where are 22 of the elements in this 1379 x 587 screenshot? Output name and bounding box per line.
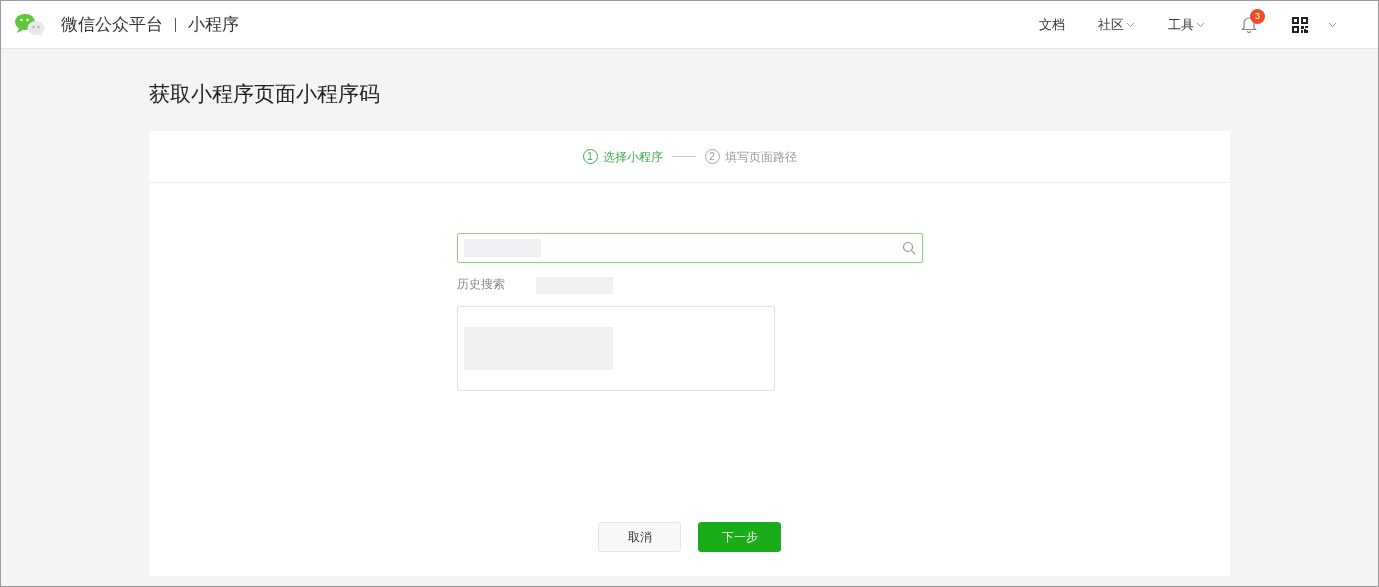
notification-button[interactable]: 3	[1241, 9, 1265, 33]
nav-dropdown[interactable]: 工具	[1168, 14, 1205, 35]
nav-link[interactable]: 文档	[1039, 14, 1065, 35]
chevron-down-icon	[1126, 21, 1135, 28]
qr-code-icon	[1292, 16, 1308, 33]
account-menu[interactable]	[1292, 16, 1337, 33]
step-indicator: 2 填写页面路径	[704, 147, 797, 166]
notification-badge: 3	[1250, 9, 1265, 24]
step-connector	[671, 156, 696, 157]
search-icon	[901, 241, 916, 255]
brand-name[interactable]: 微信公众平台	[61, 11, 163, 38]
search-field[interactable]	[456, 233, 923, 263]
cancel-button[interactable]: 取消	[598, 522, 681, 552]
step-indicator: 1 选择小程序	[582, 147, 663, 166]
chevron-down-icon	[1196, 21, 1205, 28]
history-label: 历史搜索	[456, 275, 506, 293]
page-title: 获取小程序页面小程序码	[149, 81, 381, 107]
chat-bubbles-logo-icon	[14, 12, 46, 37]
nav-dropdown[interactable]: 社区	[1098, 14, 1135, 35]
product-name: 小程序	[188, 13, 239, 36]
bell-icon	[1241, 16, 1257, 33]
caret-icon	[1328, 21, 1337, 28]
